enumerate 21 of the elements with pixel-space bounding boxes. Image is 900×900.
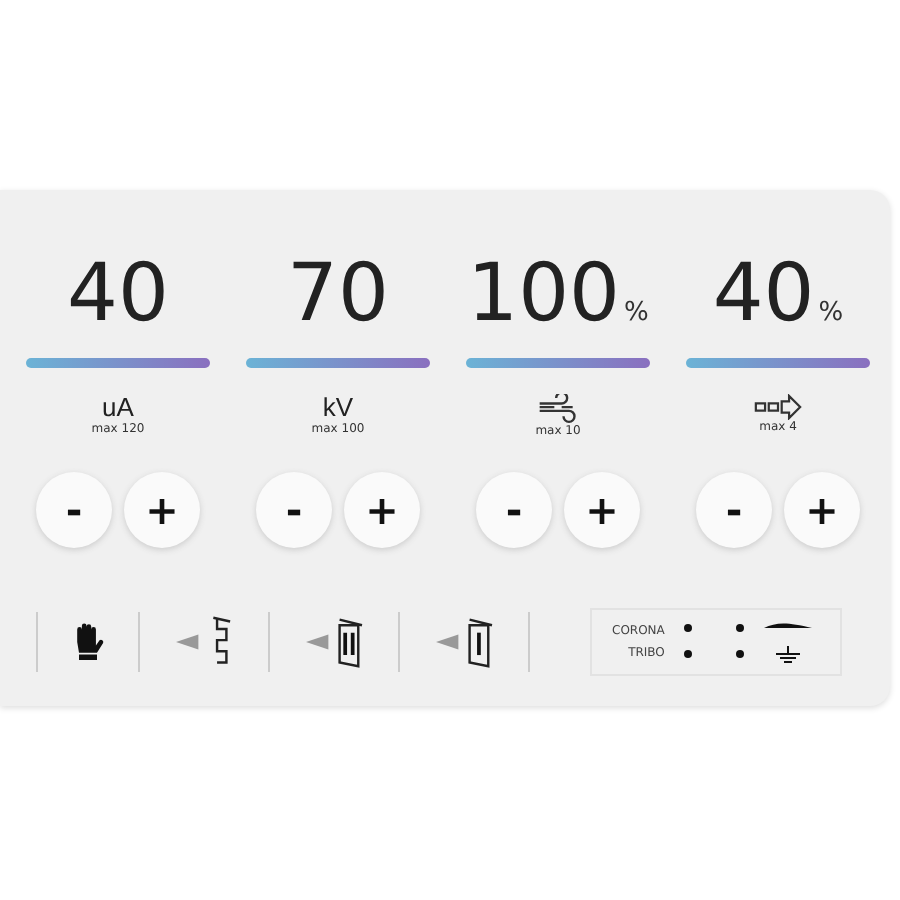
unit-label: kV xyxy=(322,392,354,422)
spray-gun-icon[interactable] xyxy=(172,614,236,670)
unit-label: uA xyxy=(102,392,134,422)
double-bar-icon[interactable] xyxy=(302,614,366,670)
reading-value: 40 xyxy=(712,246,815,342)
air-flow-icon xyxy=(536,394,580,424)
increase-button[interactable]: + xyxy=(564,472,640,548)
increase-button[interactable]: + xyxy=(784,472,860,548)
percent-sign: % xyxy=(818,298,844,328)
reading-value: 40 xyxy=(67,246,169,342)
percent-sign: % xyxy=(624,298,649,328)
decrease-button[interactable]: - xyxy=(696,472,772,548)
decrease-button[interactable]: - xyxy=(476,472,552,548)
single-bar-icon[interactable] xyxy=(432,614,496,670)
increase-button[interactable]: + xyxy=(344,472,420,548)
reading-value: 70 xyxy=(287,246,389,342)
decrease-button[interactable]: - xyxy=(36,472,112,548)
reading-value: 100 xyxy=(467,246,620,342)
increase-button[interactable]: + xyxy=(124,472,200,548)
decrease-button[interactable]: - xyxy=(256,472,332,548)
arrow-icon xyxy=(754,394,802,420)
